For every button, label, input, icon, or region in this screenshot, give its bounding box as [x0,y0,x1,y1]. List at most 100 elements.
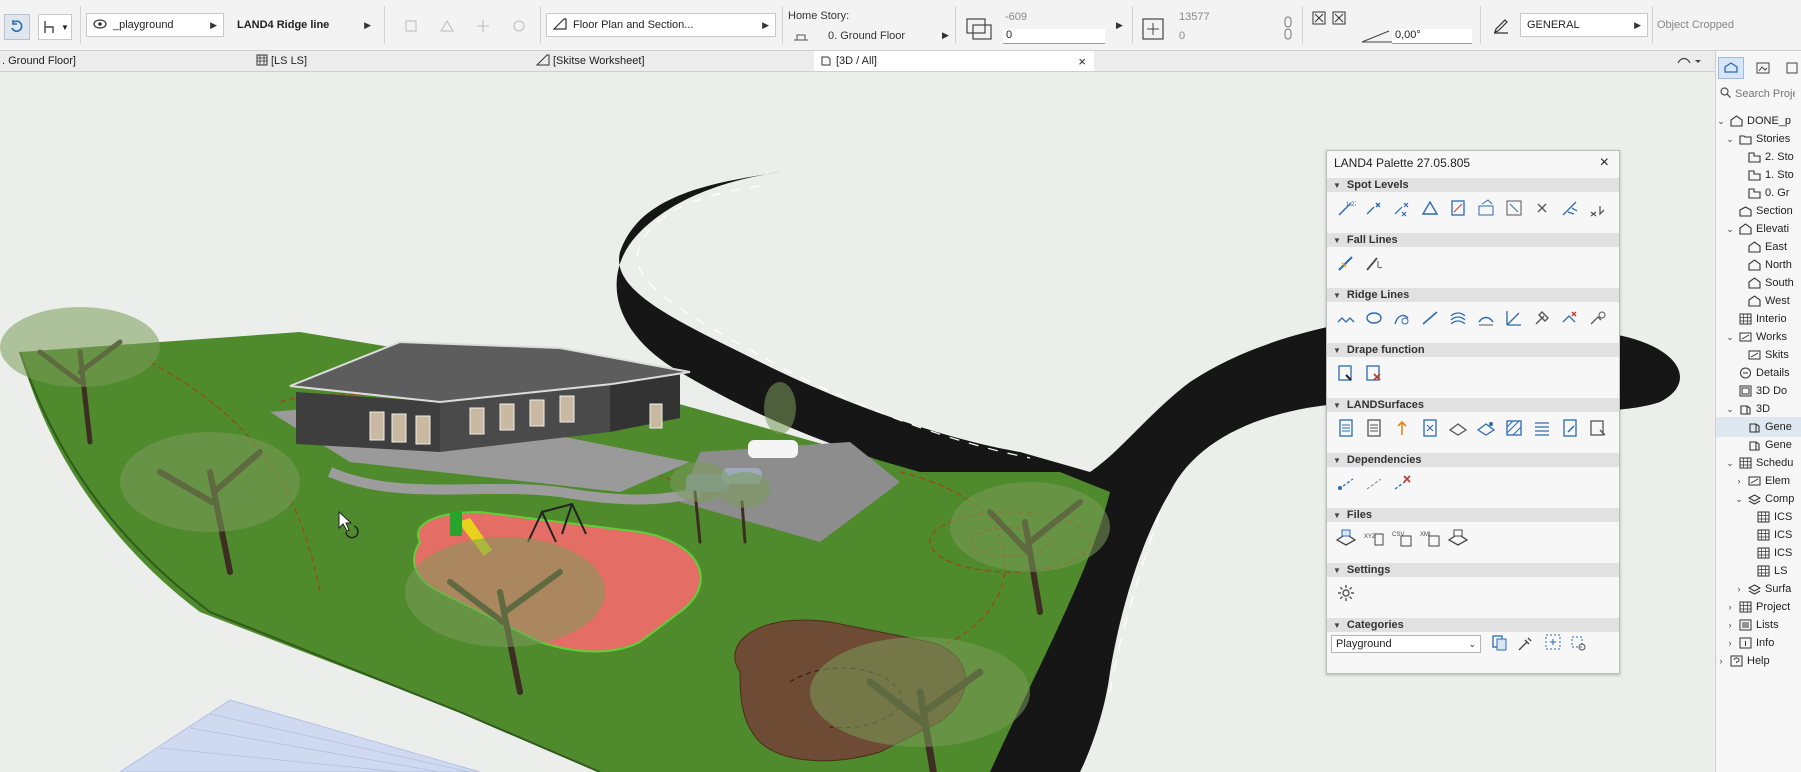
level-box-icon[interactable] [1444,196,1472,220]
rotate-icon[interactable] [4,14,30,40]
category-select-icon[interactable] [1541,631,1565,653]
chevron-down-icon[interactable]: ⌄ [1725,332,1735,343]
surface-raise-icon[interactable] [1388,416,1416,440]
surface-sheet-icon[interactable] [1360,416,1388,440]
category-settings-icon[interactable] [1567,633,1591,655]
spot-level-icon[interactable] [1360,196,1388,220]
dependency-link-icon[interactable] [1332,471,1360,495]
navigator-item[interactable]: ⌄ Stories [1716,129,1801,149]
navigator-item[interactable]: ⌄ DONE_p [1716,111,1801,131]
chevron-right-icon[interactable]: › [1734,476,1744,486]
navigator-item[interactable]: West [1716,291,1801,311]
xml-file-icon[interactable]: XML [1416,526,1444,550]
dependency-delete-icon[interactable] [1388,471,1416,495]
fall-line-icon[interactable] [1332,251,1360,275]
view-combo[interactable]: Floor Plan and Section... ▶ [546,13,776,37]
spot-level-icon[interactable] [1556,196,1584,220]
drape-icon[interactable] [1332,361,1360,385]
surface-remove-icon[interactable] [1416,416,1444,440]
chevron-down-icon[interactable]: ⌄ [1734,494,1744,505]
section-ridge-lines[interactable]: ▼ Ridge Lines [1327,288,1619,302]
category-pick-icon[interactable] [1513,633,1537,655]
view-options-icon[interactable] [1674,53,1704,69]
pen-icon[interactable] [1488,14,1514,38]
chevron-right-icon[interactable]: ▶ [942,30,949,41]
section-spot-levels[interactable]: ▼ Spot Levels [1327,178,1619,192]
navigator-item[interactable]: › Project [1716,597,1801,617]
navigator-item[interactable]: ⌄ 3D [1716,399,1801,419]
chevron-right-icon[interactable]: › [1725,602,1735,612]
ridge-add-icon[interactable] [1388,306,1416,330]
pen-combo[interactable]: GENERAL ▶ [1520,13,1648,37]
ridge-curve-icon[interactable] [1360,306,1388,330]
navigator-item[interactable]: Skits [1716,345,1801,365]
home-story-value[interactable]: 0. Ground Floor [828,30,905,42]
surface-export-icon[interactable] [1584,416,1612,440]
layer-combo[interactable]: _playground ▶ [86,13,224,37]
close-icon[interactable]: × [1078,54,1086,69]
project-map-icon[interactable] [1718,57,1744,79]
navigator-item[interactable]: Section [1716,201,1801,221]
navigator-item[interactable]: ICS [1716,507,1801,527]
geometry-method-icon[interactable] [506,14,532,38]
fall-line-edit-icon[interactable] [1360,251,1388,275]
level-edit-icon[interactable] [1472,196,1500,220]
layout-book-icon[interactable] [1782,57,1801,79]
navigator-item[interactable]: Gene [1716,435,1801,455]
spot-level-icon[interactable]: 1.27 [1332,196,1360,220]
geometry-method-icon[interactable] [470,14,496,38]
navigator-item[interactable]: › Surfa [1716,579,1801,599]
surface-group-icon[interactable] [1472,416,1500,440]
navigator-item[interactable]: East [1716,237,1801,257]
chevron-right-icon[interactable]: › [1725,638,1735,648]
section-landsurfaces[interactable]: ▼ LANDSurfaces [1327,398,1619,412]
search-input[interactable] [1735,88,1795,100]
ridge-settings-icon[interactable] [1584,306,1612,330]
section-categories[interactable]: ▼ Categories [1327,618,1619,632]
navigator-item[interactable]: ⌄ Works [1716,327,1801,347]
navigator-item[interactable]: 2. Sto [1716,147,1801,167]
navigator-item[interactable]: ICS [1716,543,1801,563]
gear-icon[interactable] [1332,581,1360,605]
palette-title-bar[interactable]: LAND4 Palette 27.05.805 × [1327,151,1619,175]
section-files[interactable]: ▼ Files [1327,508,1619,522]
cut-box-icon[interactable] [1331,10,1347,26]
geometry-method-icon[interactable] [398,14,424,38]
angle-input[interactable]: 0,00° [1392,29,1472,44]
dependency-unlink-icon[interactable] [1360,471,1388,495]
chevron-right-icon[interactable]: ▶ [1116,20,1123,31]
cut-box-icon[interactable] [1311,10,1327,26]
navigator-item[interactable]: North [1716,255,1801,275]
navigator-item[interactable]: Details [1716,363,1801,383]
chain-link-icon[interactable] [1282,14,1294,42]
section-dependencies[interactable]: ▼ Dependencies [1327,453,1619,467]
delete-level-icon[interactable] [1528,196,1556,220]
chevron-down-icon[interactable]: ⌄ [1725,458,1735,469]
navigator-item[interactable]: ⌄ Comp [1716,489,1801,509]
xyz-file-icon[interactable]: XYZ [1360,526,1388,550]
csv-file-icon[interactable]: CSV [1388,526,1416,550]
navigator-item[interactable]: ICS [1716,525,1801,545]
ridge-straight-icon[interactable] [1416,306,1444,330]
ridge-delete-icon[interactable] [1556,306,1584,330]
chevron-right-icon[interactable]: › [1716,656,1726,666]
chevron-down-icon[interactable]: ⌄ [1716,116,1726,127]
surface-sheet-icon[interactable] [1332,416,1360,440]
level-frame-icon[interactable] [1500,196,1528,220]
surface-edit-icon[interactable] [1556,416,1584,440]
elevation-input[interactable]: 0 [1003,29,1105,44]
section-settings[interactable]: ▼ Settings [1327,563,1619,577]
chevron-down-icon[interactable]: ⌄ [1725,134,1735,145]
navigator-item[interactable]: LS [1716,561,1801,581]
chair-icon[interactable]: ▼ [38,14,72,40]
navigator-item[interactable]: 0. Gr [1716,183,1801,203]
navigator-item[interactable]: Gene [1716,417,1801,437]
category-copy-icon[interactable] [1487,631,1511,653]
hammer-icon[interactable] [1528,306,1556,330]
surface-list-icon[interactable] [1528,416,1556,440]
category-select[interactable]: Playground ⌄ [1331,635,1481,653]
section-drape-function[interactable]: ▼ Drape function [1327,343,1619,357]
tab-ls[interactable]: [LS LS] [256,51,526,71]
navigator-item[interactable]: › Lists [1716,615,1801,635]
chevron-down-icon[interactable]: ⌄ [1725,404,1735,415]
